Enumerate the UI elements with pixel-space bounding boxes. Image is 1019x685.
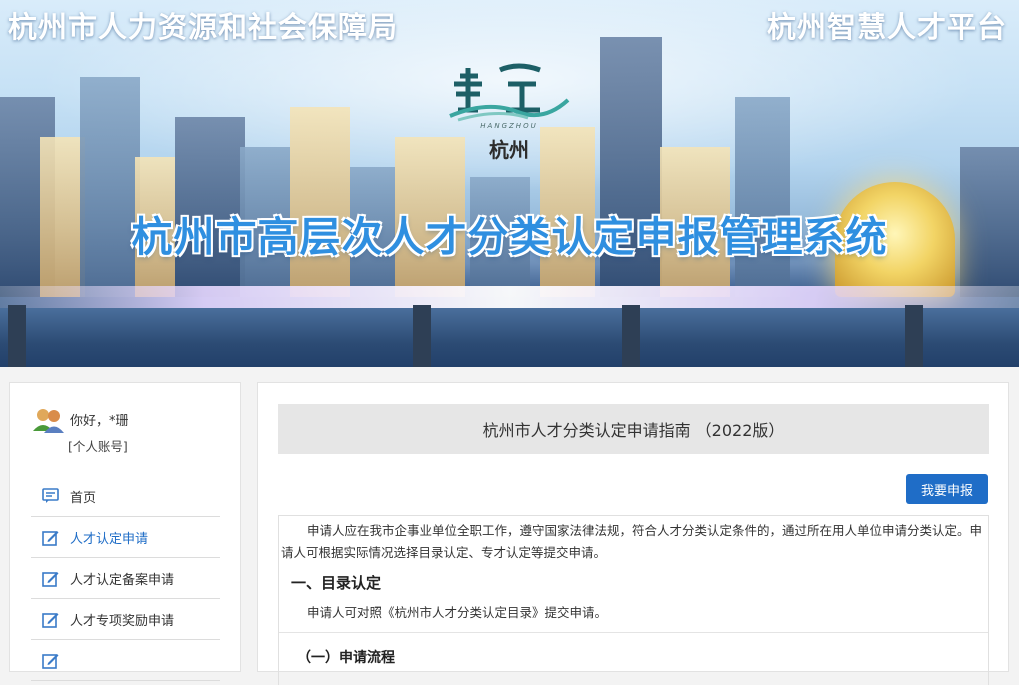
header-banner: 杭州市人力资源和社会保障局 杭州智慧人才平台 HANGZHOU 杭州 杭州市高层… <box>0 0 1019 367</box>
section-heading: 一、目录认定 <box>291 574 382 592</box>
apply-button[interactable]: 我要申报 <box>906 474 988 504</box>
river <box>0 308 1019 367</box>
platform-title: 杭州智慧人才平台 <box>766 10 1007 44</box>
bridge-pillar <box>905 305 923 367</box>
sidebar-item-special-award[interactable]: 人才专项奖励申请 <box>31 599 220 640</box>
building <box>290 107 350 297</box>
hangzhou-logo: HANGZHOU 杭州 <box>448 60 570 162</box>
logo-pinyin: HANGZHOU <box>480 122 538 130</box>
edit-icon <box>41 610 59 628</box>
bridge-lights <box>0 286 1019 308</box>
main-panel: 杭州市人才分类认定申请指南 （2022版） 我要申报 申请人应在我市企事业单位全… <box>257 382 1009 685</box>
edit-icon <box>41 569 59 587</box>
building <box>80 77 140 297</box>
sidebar-item-label: 首页 <box>70 490 97 506</box>
bridge-pillar <box>622 305 640 367</box>
sidebar-item-talent-application[interactable]: 人才认定申请 <box>31 517 220 558</box>
sidebar-item-label: 人才认定备案申请 <box>70 572 175 588</box>
logo-city-name: 杭州 <box>489 138 529 162</box>
users-avatar-icon <box>33 409 64 433</box>
intro-paragraph: 申请人应在我市企事业单位全职工作，遵守国家法律法规，符合人才分类认定条件的，通过… <box>281 523 983 560</box>
bureau-title: 杭州市人力资源和社会保障局 <box>8 10 399 44</box>
building <box>735 97 790 297</box>
subsection-heading: （一）申请流程 <box>297 650 395 666</box>
sidebar-item-more[interactable] <box>31 640 220 681</box>
sidebar-item-home[interactable]: 首页 <box>31 476 220 517</box>
system-title: 杭州市高层次人才分类认定申报管理系统 <box>131 213 888 261</box>
bridge-pillar <box>8 305 26 367</box>
guide-content: 申请人应在我市企事业单位全职工作，遵守国家法律法规，符合人才分类认定条件的，通过… <box>278 515 989 685</box>
edit-icon <box>41 528 59 546</box>
section-paragraph: 申请人可对照《杭州市人才分类认定目录》提交申请。 <box>307 605 608 620</box>
sidebar-menu: 首页 人才认定申请 人才认定备案申请 人才专项奖励申请 <box>31 476 220 681</box>
hangzhou-logo-mark-icon <box>449 63 570 122</box>
guide-title: 杭州市人才分类认定申请指南 （2022版） <box>278 404 989 454</box>
bridge-pillar <box>413 305 431 367</box>
sidebar: 你好，*珊 [个人账号] 首页 人才认定申请 人才认定备案申请 人才专项奖励申请 <box>9 382 241 681</box>
account-link[interactable]: [个人账号] <box>68 436 128 455</box>
sidebar-item-label: 人才专项奖励申请 <box>70 613 175 629</box>
sidebar-item-label: 人才认定申请 <box>70 531 149 547</box>
sidebar-item-talent-filing[interactable]: 人才认定备案申请 <box>31 558 220 599</box>
user-greeting: 你好，*珊 <box>70 414 129 429</box>
message-icon <box>41 487 59 505</box>
